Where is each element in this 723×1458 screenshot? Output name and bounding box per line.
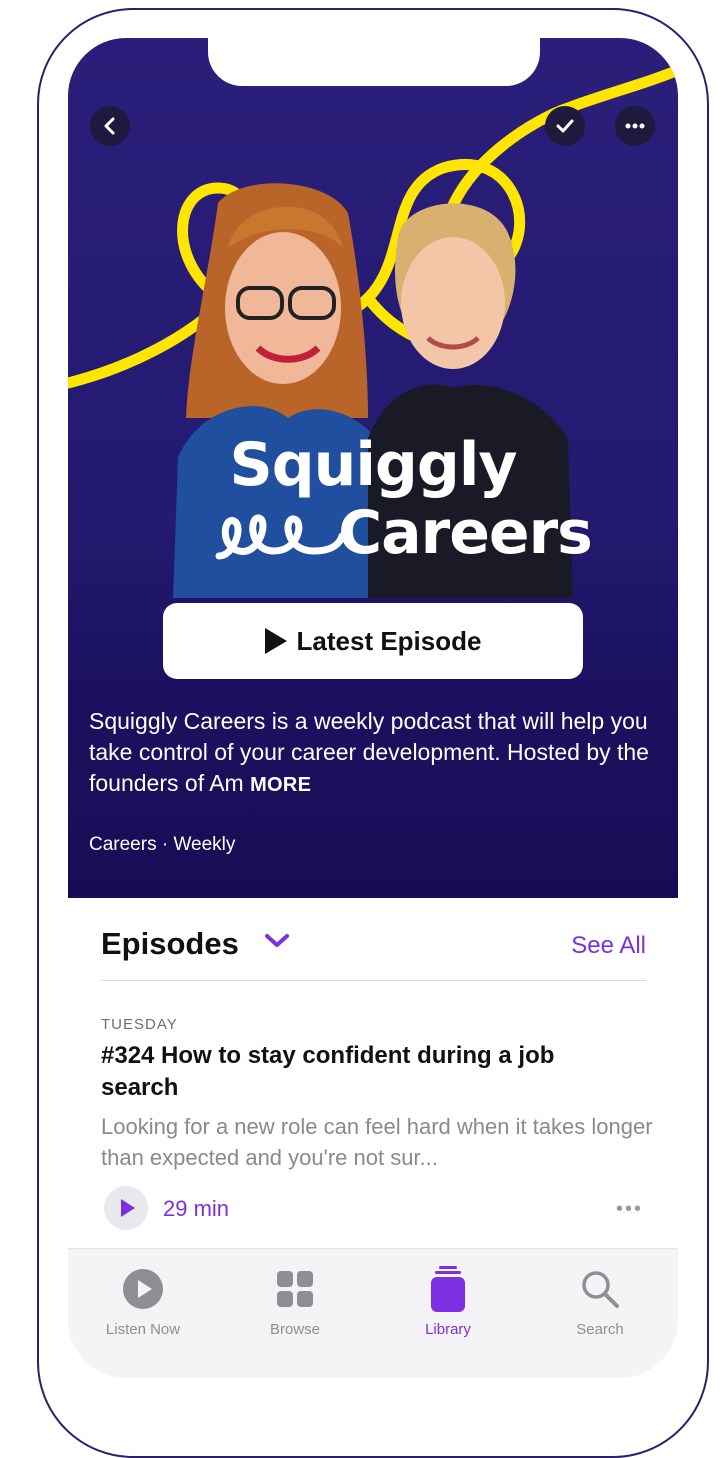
tab-label: Browse [269,1321,321,1338]
tab-browse[interactable]: Browse [225,1249,365,1338]
episode-more-button[interactable]: ••• [616,1198,643,1221]
episode-day: TUESDAY [101,1016,178,1033]
tab-label: Listen Now [105,1321,181,1338]
tab-library[interactable]: Library [378,1249,518,1338]
more-link[interactable]: MORE [250,774,311,796]
logo-line2-text: Careers [338,498,593,568]
play-icon [121,1199,135,1217]
chevron-left-icon [104,117,115,135]
play-circle-icon [123,1269,163,1309]
podcast-description: Squiggly Careers is a weekly podcast tha… [89,706,664,801]
episode-duration: 29 min [163,1196,230,1221]
more-options-button[interactable] [615,106,655,146]
tab-label: Search [576,1321,624,1338]
episodes-title[interactable]: Episodes [101,926,239,962]
see-all-link[interactable]: See All [571,932,646,960]
library-stack-icon [431,1266,465,1312]
ellipsis-icon [625,123,645,129]
episode-title[interactable]: #324 How to stay confident during a job … [101,1040,621,1104]
tab-label: Library [425,1321,471,1338]
checkmark-icon [556,119,574,133]
play-triangle-icon [264,628,287,654]
app-screen: Squiggly Careers Latest Episode Squiggly… [68,38,678,1378]
description-text: Squiggly Careers is a weekly podcast tha… [89,708,649,796]
device-notch [208,38,540,86]
logo-line1: Squiggly [229,430,517,500]
chevron-down-icon[interactable] [264,932,290,950]
podcast-hero: Squiggly Careers Latest Episode Squiggly… [68,38,678,898]
tab-search[interactable]: Search [530,1249,670,1338]
episode-play-button[interactable] [104,1186,148,1230]
logo-line2: Careers [68,498,678,568]
episode-description: Looking for a new role can feel hard whe… [101,1114,653,1170]
subscribed-button[interactable] [545,106,585,146]
tab-bar: Listen Now Browse Library Search [68,1248,678,1378]
latest-episode-button[interactable]: Latest Episode [163,603,583,679]
episodes-header: Episodes See All [101,918,646,981]
latest-episode-label: Latest Episode [296,625,482,656]
tab-listen-now[interactable]: Listen Now [73,1249,213,1338]
logo-squiggle-mark [215,514,346,560]
grid-icon [277,1271,313,1307]
podcast-meta: Careers · Weekly [89,834,236,855]
back-button[interactable] [90,106,130,146]
magnifier-icon [582,1271,619,1308]
